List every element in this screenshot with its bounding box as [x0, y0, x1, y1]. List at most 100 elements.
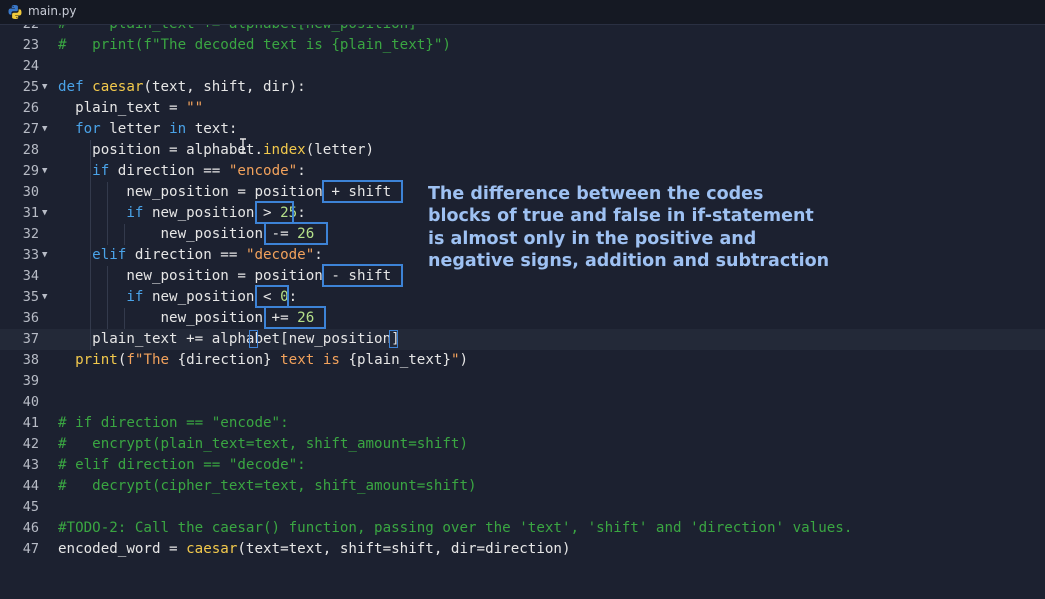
code-token: f"The: [126, 352, 178, 368]
code-line-46[interactable]: 46 #TODO-2: Call the caesar() function, p…: [0, 518, 1045, 539]
code-token: if: [92, 163, 110, 179]
code-token: new_position -=: [58, 226, 298, 242]
code-text: # encrypt(plain_text=text, shift_amount=…: [58, 434, 468, 455]
code-line-47[interactable]: 47 encoded_word = caesar(text=text, shift…: [0, 539, 1045, 560]
line-number: 43: [22, 457, 39, 473]
code-token: text is: [271, 352, 349, 368]
line-number: 44: [22, 478, 39, 494]
code-line-23[interactable]: 23 # print(f"The decoded text is {plain_t…: [0, 35, 1045, 56]
code-line-38[interactable]: 38 print(f"The {direction} text is {plai…: [0, 350, 1045, 371]
code-text: # print(f"The decoded text is {plain_tex…: [58, 35, 451, 56]
fold-arrow-icon[interactable]: ▼: [42, 245, 47, 266]
code-text: print(f"The {direction} text is {plain_t…: [58, 350, 468, 371]
code-token: caesar: [186, 541, 238, 557]
line-number: 31: [22, 205, 39, 221]
code-token: elif: [92, 247, 127, 263]
code-text: def caesar(text, shift, dir):: [58, 77, 306, 98]
code-line-43[interactable]: 43 # elif direction == "decode":: [0, 455, 1045, 476]
fold-arrow-icon[interactable]: ▼: [42, 161, 47, 182]
code-token: :: [297, 205, 306, 221]
line-number: 26: [22, 100, 39, 116]
code-token: direction ==: [109, 163, 229, 179]
code-line-44[interactable]: 44 # decrypt(cipher_text=text, shift_amou…: [0, 476, 1045, 497]
highlight-less-0: [255, 285, 289, 308]
line-number: 42: [22, 436, 39, 452]
tab-main-py[interactable]: main.py: [0, 0, 78, 24]
highlight-plus-shift: [322, 180, 403, 203]
code-token: for: [75, 121, 101, 137]
bracket-match-open: [249, 330, 258, 348]
code-text: elif direction == "decode":: [58, 245, 323, 266]
highlight-plus-equal-26: [264, 306, 326, 329]
code-token: encoded_word =: [58, 541, 187, 557]
code-line-24[interactable]: 24: [0, 56, 1045, 77]
code-token: # decrypt(cipher_text=text, shift_amount…: [58, 478, 477, 494]
highlight-greater-25: [255, 201, 294, 224]
code-token: index: [263, 142, 306, 158]
code-text: # elif direction == "decode":: [58, 455, 306, 476]
code-token: (letter): [305, 142, 375, 158]
code-token: "": [186, 100, 204, 116]
code-text: # decrypt(cipher_text=text, shift_amount…: [58, 476, 477, 497]
code-editor[interactable]: 22 # plain_text += alphabet[new_position]…: [0, 25, 1045, 599]
code-token: print: [75, 352, 118, 368]
line-number: 35: [22, 289, 39, 305]
bracket-match-close: [389, 330, 398, 348]
fold-arrow-icon[interactable]: ▼: [42, 287, 47, 308]
code-token: # print(f"The decoded text is {plain_tex…: [58, 37, 451, 53]
code-line-36[interactable]: 36 new_position += 26: [0, 308, 1045, 329]
code-token: "encode": [228, 163, 298, 179]
text-cursor-icon: [240, 138, 246, 154]
code-token: "decode": [245, 247, 315, 263]
code-line-42[interactable]: 42 # encrypt(plain_text=text, shift_amoun…: [0, 434, 1045, 455]
code-token: if: [126, 205, 144, 221]
line-number: 25: [22, 79, 39, 95]
code-line-35[interactable]: 35 ▼ if new_position < 0:: [0, 287, 1045, 308]
line-number: 36: [22, 310, 39, 326]
tab-label: main.py: [28, 4, 77, 18]
fold-arrow-icon[interactable]: ▼: [42, 77, 47, 98]
code-token: (text, shift, dir):: [143, 79, 306, 95]
code-token: letter: [100, 121, 170, 137]
annotation-line: blocks of true and false in if-statement: [428, 206, 814, 227]
code-line-26[interactable]: 26 plain_text = "": [0, 98, 1045, 119]
code-token: def: [58, 79, 93, 95]
line-number: 41: [22, 415, 39, 431]
code-line-27[interactable]: 27 ▼ for letter in text:: [0, 119, 1045, 140]
fold-arrow-icon[interactable]: ▼: [42, 203, 47, 224]
code-token: # if direction == "encode":: [58, 415, 289, 431]
code-line-25[interactable]: 25 ▼ def caesar(text, shift, dir):: [0, 77, 1045, 98]
code-token: plain_text += alphabet[new_position]: [58, 331, 400, 347]
code-token: :: [314, 247, 323, 263]
code-line-41[interactable]: 41 # if direction == "encode":: [0, 413, 1045, 434]
code-line-39[interactable]: 39: [0, 371, 1045, 392]
code-line-45[interactable]: 45: [0, 497, 1045, 518]
code-text: position = alphabet.index(letter): [58, 140, 374, 161]
code-line-40[interactable]: 40: [0, 392, 1045, 413]
code-text: for letter in text:: [58, 119, 237, 140]
annotation-line: is almost only in the positive and: [428, 228, 757, 249]
code-text: #TODO-2: Call the caesar() function, pas…: [58, 518, 852, 539]
line-number: 27: [22, 121, 39, 137]
line-number: 28: [22, 142, 39, 158]
code-text: # if direction == "encode":: [58, 413, 289, 434]
code-line-22[interactable]: 22 # plain_text += alphabet[new_position]: [0, 25, 1045, 35]
python-icon: [8, 5, 22, 19]
line-number: 40: [22, 394, 39, 410]
code-token: (text=text, shift=shift, dir=direction): [237, 541, 571, 557]
line-number: 23: [22, 37, 39, 53]
code-token: ): [459, 352, 469, 368]
code-line-28[interactable]: 28 position = alphabet.index(letter): [0, 140, 1045, 161]
annotation-line: The difference between the codes: [428, 184, 764, 204]
code-line-29[interactable]: 29 ▼ if direction == "encode":: [0, 161, 1045, 182]
code-token: :: [297, 163, 306, 179]
fold-arrow-icon[interactable]: ▼: [42, 119, 47, 140]
code-token: direction ==: [126, 247, 246, 263]
line-number: 32: [22, 226, 39, 242]
annotation-text: The difference between the codes blocks o…: [428, 183, 868, 272]
line-number: 39: [22, 373, 39, 389]
code-line-37[interactable]: 37 plain_text += alphabet[new_position]: [0, 329, 1045, 350]
